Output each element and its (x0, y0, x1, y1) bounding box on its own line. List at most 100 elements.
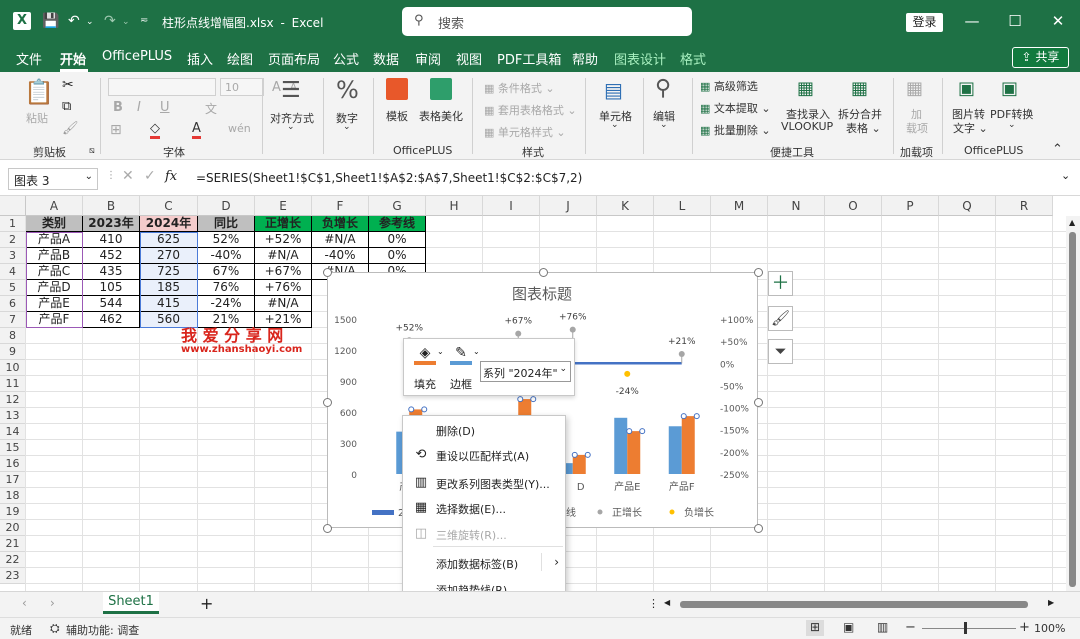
row-header-10[interactable]: 10 (0, 360, 26, 376)
table-cell[interactable]: #N/A (255, 296, 312, 312)
selection-point[interactable] (680, 413, 687, 420)
vlookup-icon[interactable]: ▦ (797, 78, 814, 99)
selection-point[interactable] (530, 396, 537, 403)
row-header-15[interactable]: 15 (0, 440, 26, 456)
find-icon[interactable]: ⚲ (655, 76, 671, 101)
clipboard-launcher-icon[interactable]: ⧅ (89, 146, 95, 156)
table-cell[interactable]: +76% (255, 280, 312, 296)
zoom-slider-thumb[interactable] (964, 622, 967, 634)
accessibility-status[interactable]: 辅助功能: 调查 (66, 622, 139, 638)
prev-sheet-icon[interactable]: ‹ (22, 596, 27, 610)
hscroll-right-icon[interactable]: ▶ (1048, 598, 1054, 607)
menu-item-2[interactable]: ⟲ 重设以匹配样式(A) (403, 443, 567, 467)
column-header-i[interactable]: I (483, 196, 540, 216)
table-cell[interactable]: 105 (83, 280, 140, 296)
chart-filter-icon[interactable]: ⏷ (768, 339, 793, 364)
row-header-11[interactable]: 11 (0, 376, 26, 392)
zoom-out-icon[interactable]: − (905, 620, 916, 635)
customize-quick-access-icon[interactable]: ≂ (140, 15, 148, 26)
template-button[interactable]: 模板 (386, 108, 408, 124)
column-header-o[interactable]: O (825, 196, 882, 216)
column-header-c[interactable]: C (140, 196, 198, 216)
chart-styles-icon[interactable]: 🖌 (768, 306, 793, 331)
tab-officeplus[interactable]: OfficePLUS (102, 49, 172, 64)
tab-chart-design[interactable]: 图表设计 (614, 49, 666, 68)
login-button[interactable]: 登录 (906, 13, 943, 32)
row-header-9[interactable]: 9 (0, 344, 26, 360)
outline-pen-icon[interactable]: ✎ (450, 345, 472, 365)
menu-item-1[interactable]: 删除(D) (403, 418, 567, 442)
split-merge-icon[interactable]: ▦ (851, 78, 868, 99)
chart-title[interactable]: 图表标题 (512, 285, 572, 303)
row-header-1[interactable]: 1 (0, 216, 26, 232)
column-header-a[interactable]: A (26, 196, 83, 216)
tab-format[interactable]: 格式 (680, 49, 706, 68)
cells-icon[interactable]: ▤ (604, 78, 623, 102)
outline-dropdown-icon[interactable]: ⌄ (473, 347, 480, 356)
row-header-21[interactable]: 21 (0, 536, 26, 552)
positive-growth-point[interactable] (515, 330, 522, 337)
chart-handle-bottom-right[interactable] (754, 524, 763, 533)
positive-growth-point[interactable] (678, 350, 685, 357)
selection-point[interactable] (584, 451, 591, 458)
column-header-b[interactable]: B (83, 196, 140, 216)
row-header-18[interactable]: 18 (0, 488, 26, 504)
accessibility-icon[interactable]: ⛭ (50, 621, 60, 636)
column-header-h[interactable]: H (426, 196, 483, 216)
bold-button[interactable]: B (113, 100, 123, 115)
horizontal-scroll-thumb[interactable] (680, 601, 1028, 608)
minimize-icon[interactable]: — (962, 12, 982, 30)
insert-function-button[interactable]: fx (165, 169, 177, 184)
table-cell[interactable]: +67% (255, 264, 312, 280)
column-header-l[interactable]: L (654, 196, 711, 216)
add-sheet-icon[interactable]: + (200, 594, 213, 613)
bar-2-6[interactable] (681, 416, 695, 474)
redo-dropdown-icon[interactable]: ⌄ (122, 17, 130, 27)
next-sheet-icon[interactable]: › (50, 596, 55, 610)
align-dropdown-icon[interactable]: ⌄ (287, 122, 295, 132)
row-header-17[interactable]: 17 (0, 472, 26, 488)
positive-growth-point[interactable] (569, 326, 576, 333)
table-cell[interactable]: -40% (198, 248, 255, 264)
scroll-thumb[interactable] (1069, 232, 1076, 587)
tab-file[interactable]: 文件 (16, 49, 42, 68)
pdf-convert-icon[interactable]: ▣ (1001, 78, 1018, 99)
column-header-q[interactable]: Q (939, 196, 996, 216)
split-merge-label-2[interactable]: 表格 ⌄ (846, 120, 881, 136)
row-header-4[interactable]: 4 (0, 264, 26, 280)
underline-button[interactable]: U (160, 100, 170, 115)
tab-review[interactable]: 审阅 (415, 49, 441, 68)
row-header-22[interactable]: 22 (0, 552, 26, 568)
bar-2-5[interactable] (627, 431, 641, 474)
row-header-20[interactable]: 20 (0, 520, 26, 536)
column-header-p[interactable]: P (882, 196, 939, 216)
column-header-n[interactable]: N (768, 196, 825, 216)
tab-pdf-tools[interactable]: PDF工具箱 (497, 49, 561, 68)
conditional-format-button[interactable]: ▦ 条件格式 ⌄ (484, 80, 555, 96)
font-name-combo[interactable] (108, 78, 216, 96)
selection-point[interactable] (408, 406, 415, 413)
bar-1-6[interactable] (668, 426, 682, 474)
table-format-button[interactable]: ▦ 套用表格格式 ⌄ (484, 102, 577, 118)
search-box[interactable]: ⚲ 搜索 (402, 7, 692, 36)
hscroll-left-icon[interactable]: ◀ (664, 598, 670, 607)
negative-growth-point[interactable] (624, 370, 631, 377)
tab-page-layout[interactable]: 页面布局 (268, 49, 320, 68)
maximize-icon[interactable]: ☐ (1005, 12, 1025, 30)
selection-point[interactable] (517, 396, 524, 403)
borders-icon[interactable]: ⊞ (110, 122, 122, 138)
column-header-g[interactable]: G (369, 196, 426, 216)
table-cell[interactable]: #N/A (312, 232, 369, 248)
selection-point[interactable] (571, 451, 578, 458)
cells-dropdown-icon[interactable]: ⌄ (611, 120, 619, 130)
fill-label[interactable]: 填充 (414, 376, 436, 392)
image-to-text-icon[interactable]: ▣ (958, 78, 975, 99)
copy-icon[interactable]: ⧉ (62, 99, 71, 114)
batch-delete-button[interactable]: ▦ 批量删除 ⌄ (700, 122, 771, 138)
format-painter-icon[interactable]: 🖌 (62, 121, 79, 136)
column-header-j[interactable]: J (540, 196, 597, 216)
table-cell[interactable]: -24% (198, 296, 255, 312)
table-cell[interactable]: 52% (198, 232, 255, 248)
table-cell[interactable]: 76% (198, 280, 255, 296)
chart-handle-top-right[interactable] (754, 268, 763, 277)
